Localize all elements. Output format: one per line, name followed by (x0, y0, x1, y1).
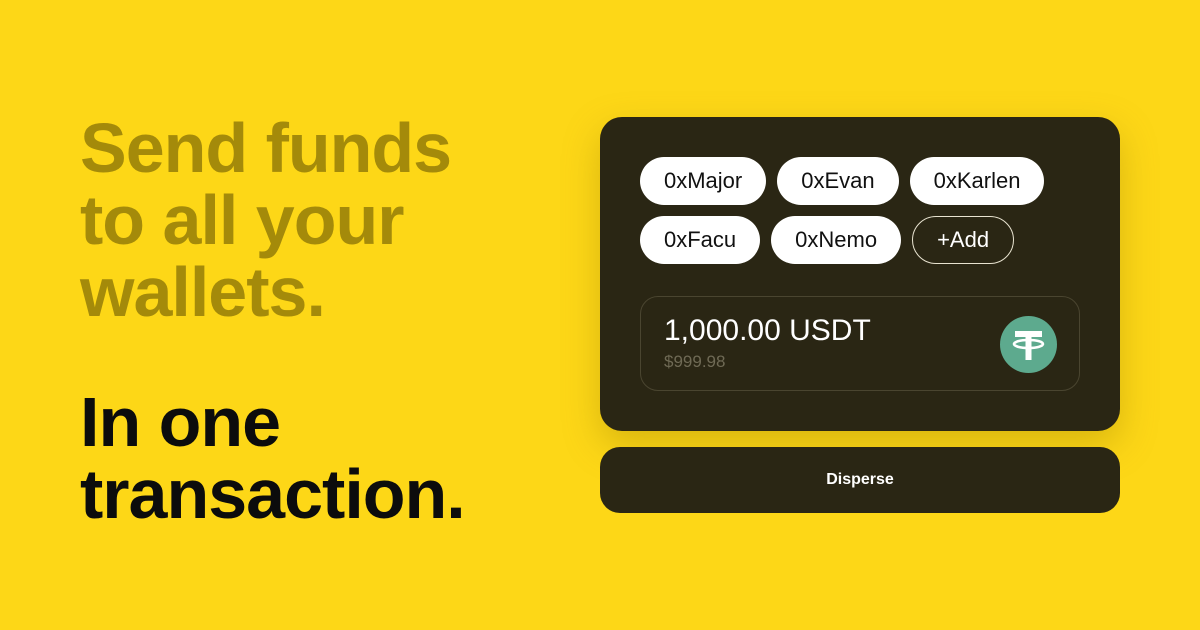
amount-value: 1,000.00 USDT (664, 314, 871, 347)
fiat-value: $999.98 (664, 352, 726, 371)
amount-input[interactable]: 1,000.00 USDT $999.98 (640, 296, 1080, 391)
headline-line: wallets. (80, 253, 326, 331)
subline-line: transaction. (80, 455, 466, 533)
tether-icon[interactable] (1000, 316, 1057, 373)
wallet-chip-0xevan[interactable]: 0xEvan (777, 157, 899, 205)
headline-line: Send funds (80, 109, 452, 187)
disperse-card: 0xMajor 0xEvan 0xKarlen 0xFacu 0xNemo +A… (600, 117, 1120, 431)
wallet-chip-0xmajor[interactable]: 0xMajor (640, 157, 767, 205)
add-wallet-button[interactable]: +Add (912, 216, 1015, 264)
disperse-button[interactable]: Disperse (600, 447, 1120, 513)
wallet-chip-row: 0xMajor 0xEvan 0xKarlen (640, 157, 1045, 205)
wallet-chip-0xkarlen[interactable]: 0xKarlen (909, 157, 1045, 205)
headline: Send funds to all your wallets. (80, 109, 452, 331)
headline-line: to all your (80, 181, 404, 259)
subline-line: In one (80, 383, 281, 461)
wallet-chip-row: 0xFacu 0xNemo +Add (640, 216, 1015, 264)
wallet-chip-0xnemo[interactable]: 0xNemo (771, 216, 902, 264)
wallet-chip-0xfacu[interactable]: 0xFacu (640, 216, 761, 264)
subline: In one transaction. (80, 383, 466, 533)
